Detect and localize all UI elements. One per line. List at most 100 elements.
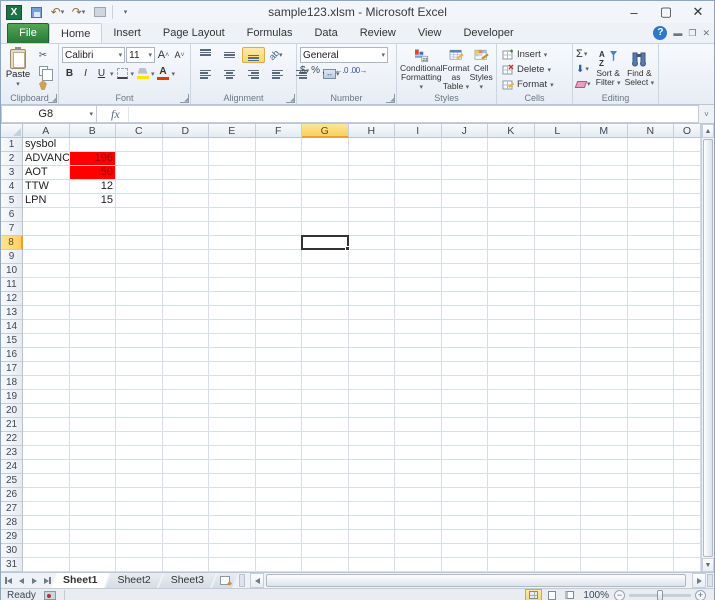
cell-D9[interactable]: [162, 250, 209, 264]
cell-I7[interactable]: [395, 222, 442, 236]
cell-H28[interactable]: [348, 516, 395, 530]
percent-style-button[interactable]: %: [311, 65, 320, 76]
sheet-tab-sheet2[interactable]: Sheet2: [105, 573, 162, 588]
cell-G17[interactable]: [302, 362, 349, 376]
clipboard-dialog-launcher[interactable]: [48, 94, 57, 103]
font-size-combo[interactable]: 11 ▾: [126, 47, 155, 63]
cell-N2[interactable]: [627, 152, 674, 166]
cell-G6[interactable]: [302, 208, 349, 222]
cell-J31[interactable]: [441, 558, 488, 572]
autosum-button[interactable]: Σ ▾: [576, 47, 591, 61]
column-header-I[interactable]: I: [395, 124, 442, 138]
cell-O21[interactable]: [674, 418, 701, 432]
cell-I8[interactable]: [395, 236, 442, 250]
cell-H13[interactable]: [348, 306, 395, 320]
cell-M25[interactable]: [581, 474, 628, 488]
paste-button[interactable]: Paste ▾: [4, 47, 32, 92]
cell-N16[interactable]: [627, 348, 674, 362]
close-button[interactable]: ✕: [682, 1, 714, 23]
cell-M30[interactable]: [581, 544, 628, 558]
cell-D3[interactable]: [162, 166, 209, 180]
cell-I9[interactable]: [395, 250, 442, 264]
cell-D28[interactable]: [162, 516, 209, 530]
font-color-button[interactable]: A: [156, 66, 171, 81]
cell-H16[interactable]: [348, 348, 395, 362]
cell-E27[interactable]: [209, 502, 256, 516]
cell-L3[interactable]: [534, 166, 581, 180]
cell-B30[interactable]: [69, 544, 116, 558]
cell-J18[interactable]: [441, 376, 488, 390]
help-icon[interactable]: ?: [653, 26, 668, 40]
cell-H20[interactable]: [348, 404, 395, 418]
cell-K16[interactable]: [488, 348, 535, 362]
column-header-J[interactable]: J: [441, 124, 488, 138]
cell-H5[interactable]: [348, 194, 395, 208]
cell-C21[interactable]: [116, 418, 163, 432]
row-header-31[interactable]: 31: [1, 558, 23, 572]
cell-M24[interactable]: [581, 460, 628, 474]
cell-C15[interactable]: [116, 334, 163, 348]
cell-M2[interactable]: [581, 152, 628, 166]
cell-A13[interactable]: [23, 306, 70, 320]
cell-J4[interactable]: [441, 180, 488, 194]
cell-A31[interactable]: [23, 558, 70, 572]
redo-button[interactable]: ↷ ▾: [70, 4, 87, 20]
cell-H15[interactable]: [348, 334, 395, 348]
cell-G13[interactable]: [302, 306, 349, 320]
cell-M10[interactable]: [581, 264, 628, 278]
row-header-6[interactable]: 6: [1, 208, 23, 222]
column-header-O[interactable]: O: [674, 124, 701, 138]
cell-I29[interactable]: [395, 530, 442, 544]
cell-B26[interactable]: [69, 488, 116, 502]
tab-home[interactable]: Home: [49, 23, 103, 43]
cell-F2[interactable]: [255, 152, 302, 166]
cell-O14[interactable]: [674, 320, 701, 334]
row-header-24[interactable]: 24: [1, 460, 23, 474]
cell-B23[interactable]: [69, 446, 116, 460]
cell-I12[interactable]: [395, 292, 442, 306]
cell-C19[interactable]: [116, 390, 163, 404]
cell-L7[interactable]: [534, 222, 581, 236]
tab-insert[interactable]: Insert: [102, 23, 152, 43]
row-header-19[interactable]: 19: [1, 390, 23, 404]
cell-H6[interactable]: [348, 208, 395, 222]
cell-M19[interactable]: [581, 390, 628, 404]
cell-B24[interactable]: [69, 460, 116, 474]
cell-B10[interactable]: [69, 264, 116, 278]
cell-N13[interactable]: [627, 306, 674, 320]
cell-K14[interactable]: [488, 320, 535, 334]
cell-H21[interactable]: [348, 418, 395, 432]
cell-D13[interactable]: [162, 306, 209, 320]
row-header-3[interactable]: 3: [1, 166, 23, 180]
cell-A22[interactable]: [23, 432, 70, 446]
find-select-button[interactable]: Find & Select ▾: [624, 47, 655, 92]
cell-E25[interactable]: [209, 474, 256, 488]
cell-K10[interactable]: [488, 264, 535, 278]
cell-A19[interactable]: [23, 390, 70, 404]
cell-I21[interactable]: [395, 418, 442, 432]
cell-D6[interactable]: [162, 208, 209, 222]
horizontal-scroll-thumb[interactable]: [266, 574, 686, 587]
cell-B12[interactable]: [69, 292, 116, 306]
cell-C11[interactable]: [116, 278, 163, 292]
cell-F31[interactable]: [255, 558, 302, 572]
horizontal-scroll-track[interactable]: [264, 573, 692, 588]
align-right-button[interactable]: [242, 66, 265, 82]
cell-N12[interactable]: [627, 292, 674, 306]
cell-M12[interactable]: [581, 292, 628, 306]
cell-L11[interactable]: [534, 278, 581, 292]
cell-G14[interactable]: [302, 320, 349, 334]
cell-D22[interactable]: [162, 432, 209, 446]
cell-L4[interactable]: [534, 180, 581, 194]
cell-A26[interactable]: [23, 488, 70, 502]
cell-G3[interactable]: [302, 166, 349, 180]
cell-N27[interactable]: [627, 502, 674, 516]
cell-L25[interactable]: [534, 474, 581, 488]
row-header-30[interactable]: 30: [1, 544, 23, 558]
normal-view-button[interactable]: [525, 589, 543, 600]
customize-qat-button[interactable]: ▾: [117, 4, 134, 20]
column-header-K[interactable]: K: [488, 124, 535, 138]
cell-J10[interactable]: [441, 264, 488, 278]
cell-L22[interactable]: [534, 432, 581, 446]
cell-O15[interactable]: [674, 334, 701, 348]
